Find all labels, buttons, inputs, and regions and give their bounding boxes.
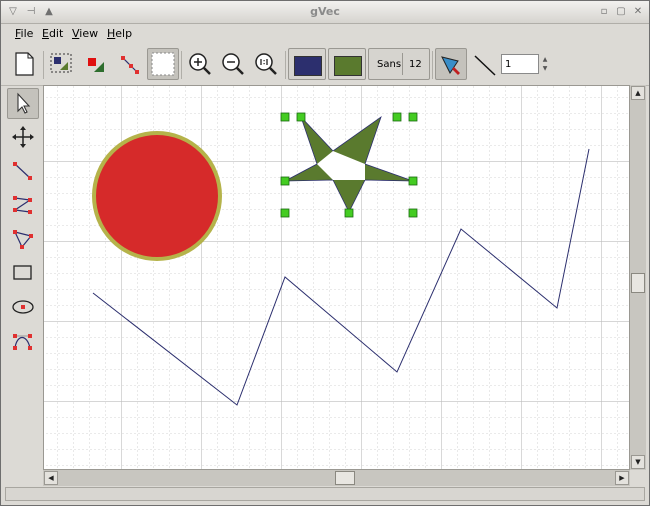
rubber-band-icon — [151, 52, 175, 76]
toolbar-separator — [432, 51, 433, 79]
ellipse-tool[interactable] — [7, 292, 39, 323]
font-button[interactable]: Sans 12 — [368, 48, 430, 80]
selection-handle[interactable] — [392, 112, 402, 122]
font-button-divider — [402, 53, 403, 75]
red-circle-shape[interactable] — [92, 131, 222, 261]
zoom-in-button[interactable] — [184, 48, 216, 80]
fill-bucket-icon — [441, 56, 460, 75]
toolbar-separator — [285, 51, 286, 79]
menu-help[interactable]: Help — [107, 27, 132, 40]
menu-file[interactable]: File — [15, 27, 33, 40]
rectangle-tool[interactable] — [7, 258, 39, 289]
new-document-button[interactable] — [8, 48, 40, 80]
selection-handle[interactable] — [408, 176, 418, 186]
stroke-color-swatch — [294, 56, 322, 76]
scroll-right-icon[interactable]: ▶ — [615, 471, 629, 485]
polygon-tool-icon — [13, 230, 33, 249]
toolbar: Sans 12 — [1, 45, 649, 86]
rubber-band-select-button[interactable] — [147, 48, 179, 80]
menu-view[interactable]: View — [72, 27, 98, 40]
bezier-tool[interactable] — [7, 326, 39, 357]
status-bar — [5, 487, 645, 501]
menu-bar: File Edit View Help — [1, 24, 649, 44]
line-width-icon — [474, 55, 496, 76]
font-size: 12 — [409, 59, 422, 70]
zoom-out-button[interactable] — [217, 48, 249, 80]
stroke-color-button[interactable] — [288, 48, 326, 80]
maximize-icon[interactable]: ▢ — [615, 6, 627, 18]
selection-handle[interactable] — [408, 208, 418, 218]
toolbar-separator — [181, 51, 182, 79]
drawing-canvas[interactable] — [43, 85, 630, 470]
fill-tool-button[interactable] — [435, 48, 467, 80]
window-title: gVec — [310, 5, 340, 18]
rectangle-tool-icon — [13, 265, 32, 280]
arrow-pointer-icon — [17, 92, 31, 114]
tool-palette — [1, 85, 43, 485]
spin-down-icon[interactable]: ▼ — [541, 64, 549, 73]
edit-nodes-icon — [121, 56, 139, 74]
selection-handle[interactable] — [280, 208, 290, 218]
polygon-tool[interactable] — [7, 224, 39, 255]
line-width-button[interactable] — [469, 48, 501, 80]
canvas-drawing — [44, 86, 629, 469]
app-window: ▽ ⊣ ▲ gVec ▫ ▢ ✕ File Edit View Help San… — [0, 0, 650, 506]
scroll-left-icon[interactable]: ◀ — [44, 471, 58, 485]
zoom-normal-icon — [255, 53, 277, 75]
scroll-up-icon[interactable]: ▲ — [631, 86, 645, 100]
fill-color-button[interactable] — [328, 48, 366, 80]
line-width-spinner[interactable]: ▲ ▼ — [501, 54, 549, 74]
zoom-normal-button[interactable] — [250, 48, 282, 80]
line-width-input[interactable] — [501, 54, 539, 74]
polyline-tool[interactable] — [7, 190, 39, 221]
toolbar-separator — [43, 51, 44, 79]
ellipse-tool-icon — [12, 300, 34, 314]
bezier-tool-icon — [13, 334, 32, 350]
selection-handle[interactable] — [280, 112, 290, 122]
font-name: Sans — [377, 59, 402, 70]
zoom-in-icon — [189, 53, 211, 75]
selection-handle[interactable] — [296, 112, 306, 122]
selection-handle[interactable] — [408, 112, 418, 122]
move-tool[interactable] — [7, 122, 39, 153]
move-arrows-icon — [12, 126, 34, 148]
polyline-tool-icon — [13, 196, 32, 214]
title-bar[interactable]: ▽ ⊣ ▲ gVec ▫ ▢ ✕ — [1, 1, 649, 24]
new-document-icon — [15, 52, 34, 76]
menu-edit[interactable]: Edit — [42, 27, 63, 40]
selection-handle[interactable] — [344, 208, 354, 218]
select-all-icon — [50, 53, 72, 73]
horizontal-scrollbar[interactable]: ◀ ▶ — [43, 470, 630, 486]
scroll-down-icon[interactable]: ▼ — [631, 455, 645, 469]
line-tool[interactable] — [7, 156, 39, 187]
fill-color-swatch — [334, 56, 362, 76]
vertical-scrollbar[interactable]: ▲ ▼ — [630, 85, 646, 470]
line-tool-icon — [13, 162, 32, 180]
close-icon[interactable]: ✕ — [632, 6, 644, 18]
selection-handle[interactable] — [280, 176, 290, 186]
spin-up-icon[interactable]: ▲ — [541, 55, 549, 64]
edit-nodes-button[interactable] — [115, 48, 147, 80]
vertical-scroll-thumb[interactable] — [631, 273, 645, 293]
object-style-icon — [88, 58, 104, 72]
minimize-icon[interactable]: ▫ — [598, 6, 610, 18]
object-style-button[interactable] — [81, 48, 113, 80]
zoom-out-icon — [222, 53, 244, 75]
select-all-button[interactable] — [46, 48, 78, 80]
select-tool[interactable] — [7, 88, 39, 119]
horizontal-scroll-thumb[interactable] — [335, 471, 355, 485]
